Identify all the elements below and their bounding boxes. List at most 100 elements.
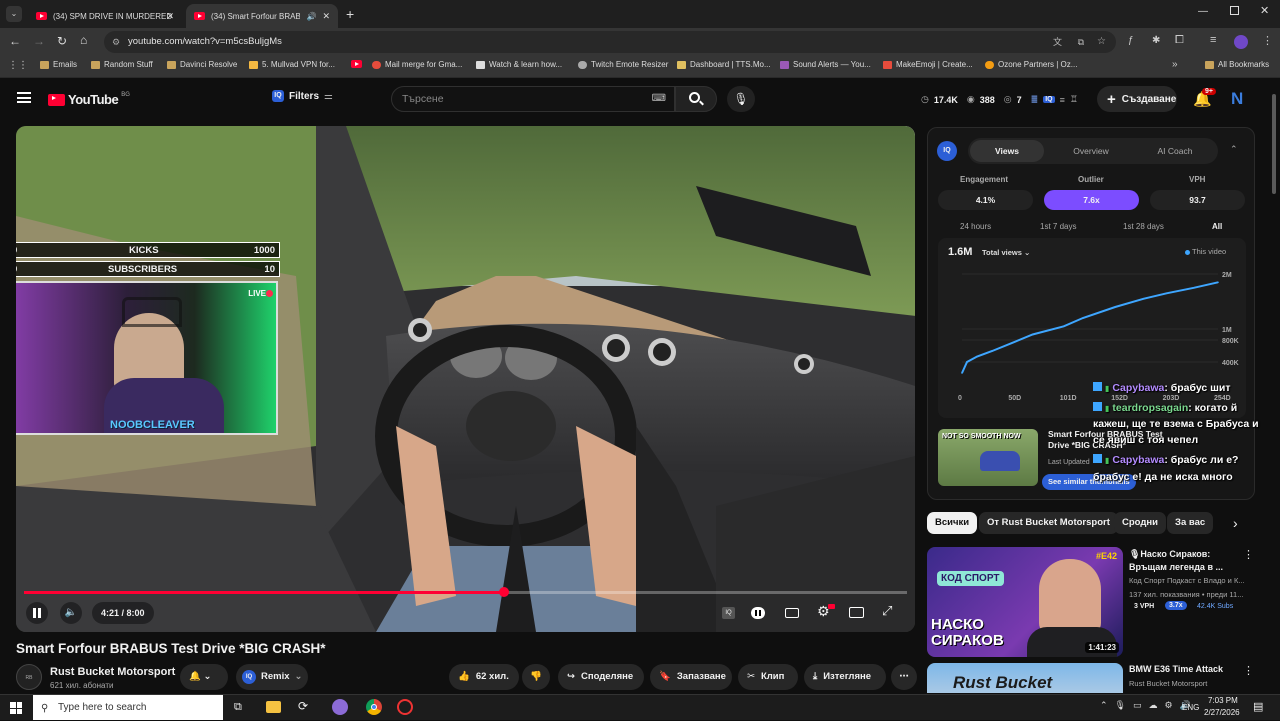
speaker-icon[interactable]: 🔊 <box>306 12 316 21</box>
file-explorer-icon[interactable] <box>266 701 281 713</box>
bookmark-watch-learn[interactable]: Watch & learn how... <box>476 60 562 69</box>
minimize-button[interactable]: — <box>1198 6 1208 17</box>
related-title-1[interactable]: 🎙Наско Сираков: Връщам легенда в ... <box>1129 548 1229 574</box>
iq-player-icon[interactable]: IQ <box>722 607 735 619</box>
extensions-icon[interactable]: ⧠ <box>1175 34 1184 47</box>
trophy-icon[interactable]: ♖ <box>1070 94 1078 105</box>
remix-button[interactable]: IQ Remix ⌄ <box>236 664 308 690</box>
keyboard-icon[interactable]: ⌨ <box>652 87 666 111</box>
close-icon[interactable]: ✕ <box>322 11 330 22</box>
translate-icon[interactable]: 文 <box>1053 31 1062 53</box>
channel-avatar[interactable]: RB <box>16 664 42 690</box>
tab-overview[interactable]: Overview <box>1054 140 1128 162</box>
close-window-button[interactable]: ✕ <box>1260 4 1269 17</box>
bookmark-mullvad[interactable]: 5. Mullvad VPN for... <box>249 60 335 69</box>
like-button[interactable]: 👍 62 хил. <box>449 664 519 690</box>
chrome-icon[interactable] <box>366 699 382 715</box>
bookmark-mail-merge[interactable]: Mail merge for Gma... <box>372 60 462 69</box>
related-menu-icon[interactable]: ⋮ <box>1243 548 1254 561</box>
notification-center-icon[interactable]: ▤ <box>1253 700 1263 713</box>
close-icon[interactable]: ✕ <box>166 11 174 22</box>
video-player[interactable]: 0 KICKS 1000 0 SUBSCRIBERS 10 LIVE NOOBC… <box>16 126 915 632</box>
profile-avatar[interactable] <box>1234 35 1248 49</box>
task-view-icon[interactable]: ⧉ <box>234 701 242 714</box>
youtube-logo[interactable]: YouTube BG <box>48 92 130 107</box>
chip-related[interactable]: Сродни <box>1114 512 1166 534</box>
bookmark-davinci[interactable]: Davinci Resolve <box>167 60 237 69</box>
chips-next-icon[interactable]: › <box>1233 515 1238 531</box>
range-7d[interactable]: 1st 7 days <box>1040 222 1076 231</box>
taskbar-search[interactable]: ⚲ Type here to search <box>33 695 223 720</box>
save-button[interactable]: 🔖 Запазване <box>650 664 732 690</box>
tab-search-button[interactable]: ⌄ <box>6 6 22 22</box>
tray-icons[interactable]: ⌃ 🎙 ▭ ☁ ⚙ 🔊 <box>1100 700 1191 711</box>
tab-ai-coach[interactable]: AI Coach <box>1138 140 1212 162</box>
similar-thumbnail[interactable]: NOT SO SMOOTH NOW <box>938 429 1038 486</box>
bookmark-star-icon[interactable]: ☆ <box>1097 31 1106 53</box>
share-button[interactable]: ↪ Споделяне <box>558 664 644 690</box>
iq-extension-icon[interactable]: IQ <box>1043 96 1055 103</box>
related-thumbnail-1[interactable]: #E42 КОД СПОРТ НАСКО СИРАКОВ 1:41:23 <box>927 547 1123 657</box>
menu-icon[interactable]: ⋮ <box>1262 34 1273 47</box>
autoplay-toggle[interactable] <box>751 607 765 619</box>
pause-button[interactable] <box>26 602 48 624</box>
filters-button[interactable]: IQ Filters ⚌ <box>272 90 333 102</box>
bookmark-tts[interactable]: Dashboard | TTS.Mo... <box>677 60 771 69</box>
hamburger-menu-icon[interactable] <box>17 92 31 103</box>
reload-icon[interactable]: ↻ <box>57 34 67 48</box>
chip-channel[interactable]: От Rust Bucket Motorsport <box>979 512 1118 534</box>
back-icon[interactable]: ← <box>9 34 21 48</box>
bookmark-all[interactable]: All Bookmarks <box>1205 60 1269 69</box>
home-icon[interactable]: ⌂ <box>80 33 87 47</box>
progress-bar-track[interactable] <box>24 587 907 597</box>
extension-icon-1[interactable]: ƒ <box>1128 35 1134 46</box>
range-24h[interactable]: 24 hours <box>960 222 991 231</box>
bookmark-youtube[interactable] <box>351 60 362 68</box>
settings-icon[interactable]: ⚙ <box>1165 700 1173 711</box>
clock-time[interactable]: 7:03 PM <box>1208 696 1238 705</box>
voice-search-button[interactable]: 🎙 <box>727 86 755 112</box>
tab-1[interactable]: (34) SPM DRIVE IN MURDERED ✕ <box>28 4 180 28</box>
theater-mode-icon[interactable] <box>849 607 864 618</box>
language-indicator[interactable]: ENG <box>1182 703 1199 712</box>
list-icon[interactable]: ≣ <box>1031 94 1039 105</box>
collapse-icon[interactable]: ⌃ <box>1230 144 1238 155</box>
bookmark-sound-alerts[interactable]: Sound Alerts — You... <box>780 60 871 69</box>
page-scrollbar[interactable] <box>1272 94 1276 194</box>
restore-button[interactable] <box>1230 6 1239 15</box>
cloud-icon[interactable]: ☁ <box>1149 700 1158 711</box>
bookmark-makeemoji[interactable]: MakeEmoji | Create... <box>883 60 973 69</box>
related-title-2[interactable]: BMW E36 Time Attack <box>1129 664 1223 674</box>
bookmark-ozone[interactable]: Ozone Partners | Oz... <box>985 60 1077 69</box>
app-icon-1[interactable]: ⟳ <box>298 699 308 713</box>
search-input[interactable]: Търсене ⌨ <box>391 86 675 112</box>
url-field[interactable]: ⚙ youtube.com/watch?v=m5csBuljgMs 文 ⧉ ☆ <box>104 31 1116 53</box>
download-button[interactable]: ⤓ Изтегляне <box>804 664 886 690</box>
tray-up-icon[interactable]: ⌃ <box>1100 700 1108 711</box>
tab-2[interactable]: (34) Smart Forfour BRABUS 🔊 ✕ <box>186 4 338 28</box>
forward-icon[interactable]: → <box>33 34 45 48</box>
more-actions-button[interactable]: ⋯ <box>891 664 917 690</box>
new-tab-button[interactable]: + <box>346 6 354 22</box>
channel-name[interactable]: Rust Bucket Motorsport <box>50 666 175 678</box>
site-info-icon[interactable]: ⚙ <box>112 31 120 53</box>
chip-all[interactable]: Всички <box>927 512 978 534</box>
range-all[interactable]: All <box>1212 222 1222 231</box>
range-28d[interactable]: 1st 28 days <box>1123 222 1164 231</box>
reading-list-icon[interactable]: ≡ <box>1210 34 1216 46</box>
bookmark-emails[interactable]: Emails <box>40 60 77 69</box>
subtitles-icon[interactable] <box>785 608 799 618</box>
clock-date[interactable]: 2/27/2026 <box>1204 708 1240 717</box>
app-icon-3[interactable] <box>397 699 413 715</box>
bookmark-twitch-resizer[interactable]: Twitch Emote Resizer <box>578 60 668 69</box>
extension-icon-2[interactable]: ✱ <box>1152 35 1160 46</box>
windows-start-icon[interactable] <box>10 702 22 714</box>
more-bookmarks-icon[interactable]: » <box>1172 59 1178 70</box>
clip-button[interactable]: ✂ Клип <box>738 664 798 690</box>
extension-menu-icon[interactable]: ≡ <box>1060 95 1065 105</box>
search-button[interactable] <box>675 86 717 112</box>
create-button[interactable]: + Създаване <box>1097 86 1177 112</box>
related-menu-icon[interactable]: ⋮ <box>1243 664 1254 677</box>
mic-icon[interactable]: 🎙 <box>1115 700 1126 711</box>
app-icon-2[interactable] <box>332 699 348 715</box>
